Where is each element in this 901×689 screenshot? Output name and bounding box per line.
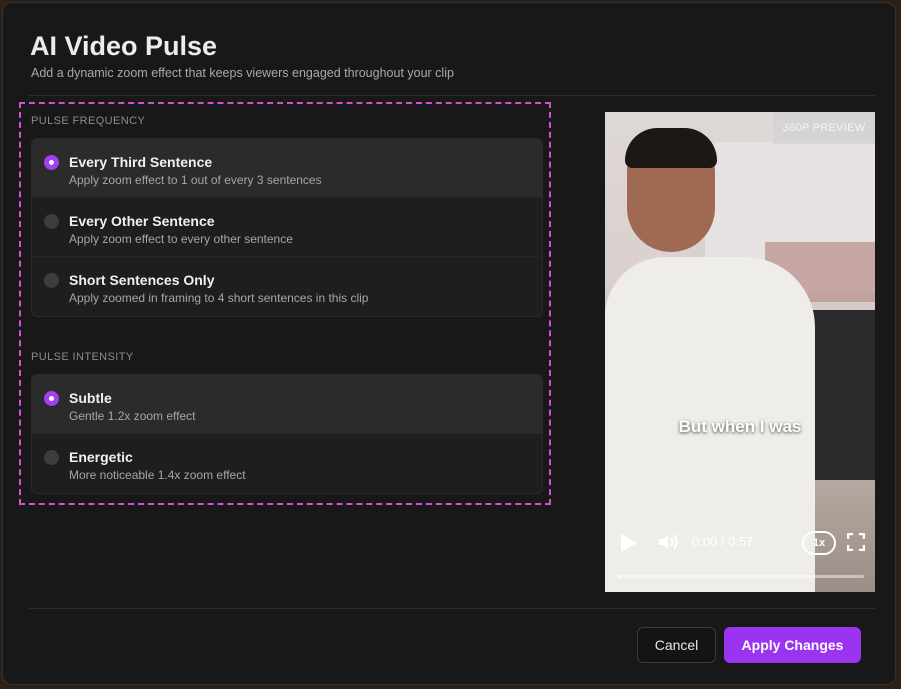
- option-title: Energetic: [69, 449, 133, 465]
- option-title: Short Sentences Only: [69, 272, 215, 288]
- video-caption: But when I was: [678, 417, 802, 436]
- option-description: More noticeable 1.4x zoom effect: [69, 468, 246, 482]
- video-preview[interactable]: 360P PREVIEW But when I was 0:00 / 0:57 …: [605, 112, 875, 592]
- pulse-frequency-label: PULSE FREQUENCY: [31, 115, 146, 127]
- option-title: Every Third Sentence: [69, 154, 213, 170]
- intensity-option-subtle[interactable]: Subtle Gentle 1.2x zoom effect: [32, 375, 542, 434]
- playback-speed-button[interactable]: 1x: [802, 531, 836, 555]
- video-pulse-dialog: AI Video Pulse Add a dynamic zoom effect…: [2, 2, 896, 685]
- pulse-intensity-label: PULSE INTENSITY: [31, 351, 134, 363]
- option-description: Apply zoom effect to every other sentenc…: [69, 232, 293, 246]
- frequency-option-every-third[interactable]: Every Third Sentence Apply zoom effect t…: [32, 139, 542, 198]
- option-description: Apply zoomed in framing to 4 short sente…: [69, 291, 369, 305]
- option-title: Subtle: [69, 390, 112, 406]
- option-description: Apply zoom effect to 1 out of every 3 se…: [69, 173, 322, 187]
- divider: [29, 95, 875, 96]
- dialog-title: AI Video Pulse: [30, 31, 218, 61]
- preview-quality-badge: 360P PREVIEW: [773, 112, 875, 144]
- video-controls: 0:00 / 0:57 1x: [605, 530, 875, 555]
- radio-unselected-icon[interactable]: [44, 214, 59, 229]
- pulse-frequency-group: Every Third Sentence Apply zoom effect t…: [31, 138, 543, 317]
- radio-selected-icon[interactable]: [44, 391, 59, 406]
- pulse-options-panel: PULSE FREQUENCY Every Third Sentence App…: [19, 102, 551, 505]
- divider: [29, 608, 875, 609]
- radio-unselected-icon[interactable]: [44, 450, 59, 465]
- fullscreen-icon[interactable]: [847, 533, 865, 551]
- cancel-button[interactable]: Cancel: [637, 627, 716, 663]
- pulse-intensity-group: Subtle Gentle 1.2x zoom effect Energetic…: [31, 374, 543, 494]
- play-icon[interactable]: [621, 534, 637, 552]
- video-progress-fill: [618, 575, 621, 578]
- video-progress-bar[interactable]: [618, 575, 864, 578]
- apply-changes-button[interactable]: Apply Changes: [724, 627, 861, 663]
- volume-icon[interactable]: [657, 532, 679, 552]
- frequency-option-short-sentences[interactable]: Short Sentences Only Apply zoomed in fra…: [32, 257, 542, 316]
- option-description: Gentle 1.2x zoom effect: [69, 409, 196, 423]
- option-title: Every Other Sentence: [69, 213, 215, 229]
- dialog-subtitle: Add a dynamic zoom effect that keeps vie…: [31, 66, 454, 80]
- video-person-hair: [625, 128, 717, 168]
- frequency-option-every-other[interactable]: Every Other Sentence Apply zoom effect t…: [32, 198, 542, 257]
- playback-time: 0:00 / 0:57: [692, 534, 754, 549]
- radio-selected-icon[interactable]: [44, 155, 59, 170]
- intensity-option-energetic[interactable]: Energetic More noticeable 1.4x zoom effe…: [32, 434, 542, 493]
- radio-unselected-icon[interactable]: [44, 273, 59, 288]
